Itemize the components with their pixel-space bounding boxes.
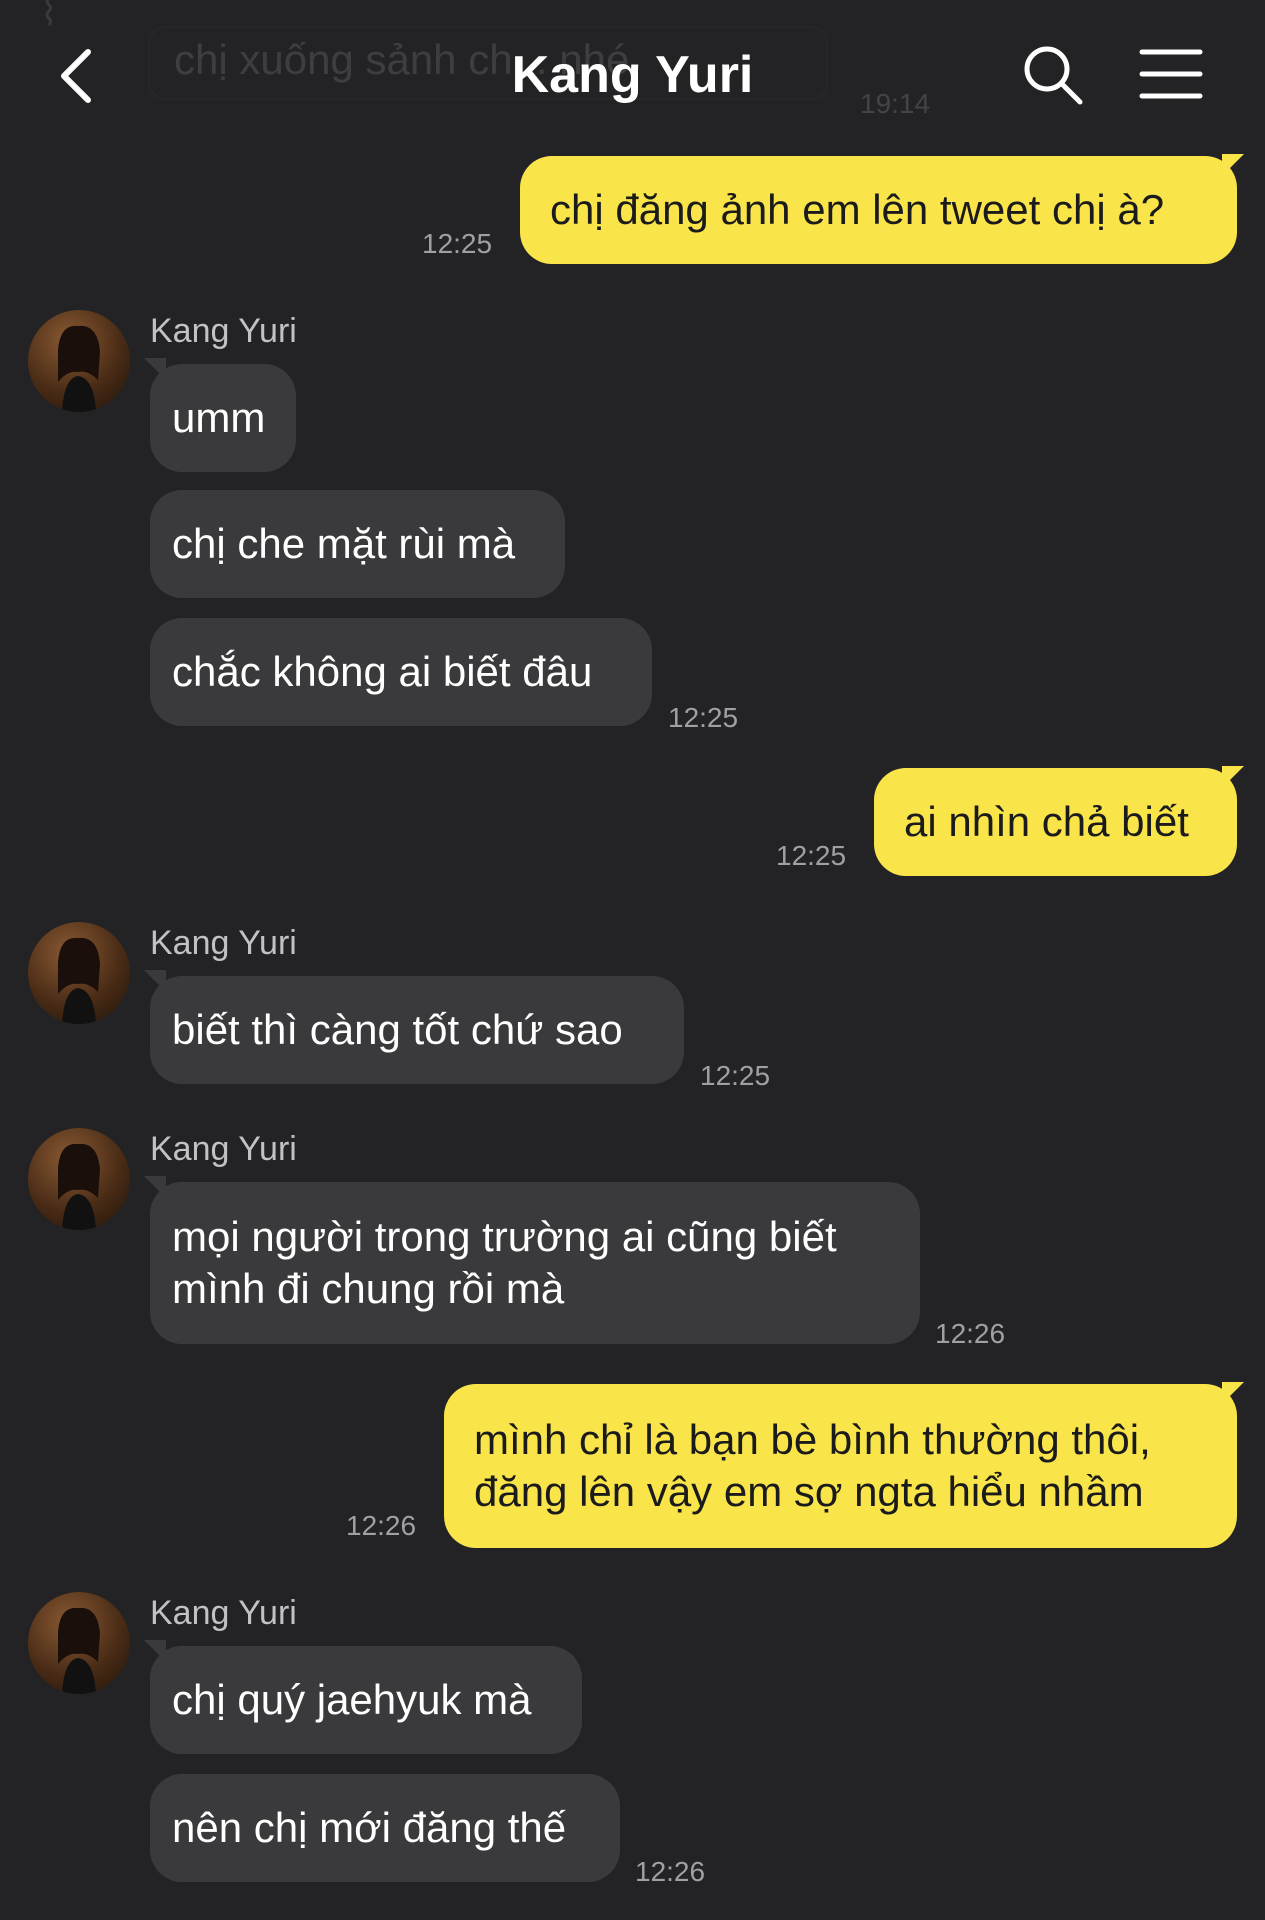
bubble-tail	[1222, 154, 1244, 176]
message-time: 12:26	[935, 1318, 1006, 1349]
incoming-message-bubble[interactable]: biết thì càng tốt chứ sao	[150, 976, 684, 1084]
avatar-image	[58, 937, 100, 1024]
avatar-image	[58, 325, 100, 412]
message-time: 12:25	[700, 1060, 771, 1091]
menu-button[interactable]	[1138, 44, 1204, 104]
bubble-tail	[1222, 1382, 1244, 1404]
avatar[interactable]	[28, 310, 130, 412]
avatar-image	[58, 1607, 100, 1694]
incoming-message-bubble[interactable]: umm	[150, 364, 296, 472]
avatar[interactable]	[28, 1592, 130, 1694]
sender-name: Kang Yuri	[150, 924, 297, 962]
incoming-message-bubble[interactable]: nên chị mới đăng thế	[150, 1774, 620, 1882]
avatar[interactable]	[28, 1128, 130, 1230]
sender-name: Kang Yuri	[150, 1130, 297, 1168]
bubble-tail	[1222, 766, 1244, 788]
message-time: 12:25	[776, 840, 847, 871]
faded-decoration: ⌇	[40, 0, 58, 33]
sender-name: Kang Yuri	[150, 1594, 297, 1632]
outgoing-message-bubble[interactable]: chị đăng ảnh em lên tweet chị à?	[520, 156, 1237, 264]
sender-name: Kang Yuri	[150, 312, 297, 350]
avatar-image	[58, 1143, 100, 1230]
search-icon	[1024, 46, 1083, 105]
incoming-message-bubble[interactable]: chị quý jaehyuk mà	[150, 1646, 582, 1754]
avatar[interactable]	[28, 922, 130, 1024]
message-time: 12:25	[668, 702, 739, 733]
incoming-message-bubble[interactable]: chị che mặt rùi mà	[150, 490, 565, 598]
menu-icon	[1139, 49, 1203, 99]
incoming-message-bubble[interactable]: chắc không ai biết đâu	[150, 618, 652, 726]
message-time: 12:25	[422, 228, 493, 259]
message-time: 12:26	[635, 1856, 706, 1887]
outgoing-message-bubble[interactable]: ai nhìn chả biết	[874, 768, 1237, 876]
message-time: 12:26	[346, 1510, 417, 1541]
search-button[interactable]	[1018, 40, 1088, 110]
outgoing-message-bubble[interactable]: mình chỉ là bạn bè bình thường thôi, đăn…	[444, 1384, 1237, 1548]
incoming-message-bubble[interactable]: mọi người trong trường ai cũng biết mình…	[150, 1182, 920, 1344]
